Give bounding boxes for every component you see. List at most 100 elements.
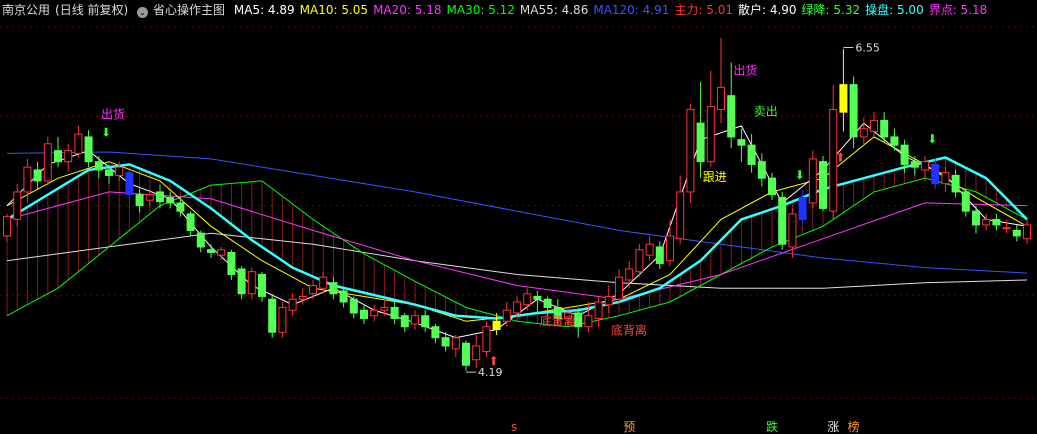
candle-body-23 (237, 268, 246, 295)
candle-body-68 (696, 122, 705, 163)
candle-body-1 (13, 191, 22, 220)
candle-body-58 (594, 301, 603, 319)
signal-label-2: ⬆ (489, 354, 499, 368)
candle-body-91 (931, 163, 940, 185)
candle-body-22 (227, 251, 236, 275)
candle-body-80 (819, 161, 827, 209)
candle-body-52 (533, 295, 542, 300)
candle-body-37 (380, 306, 389, 311)
candle-body-41 (421, 315, 430, 328)
candle-body-60 (615, 276, 623, 300)
candle-body-45 (462, 342, 470, 366)
signal-label-9: ⬇ (795, 168, 805, 182)
candle-body-79 (808, 158, 817, 204)
candle-body-95 (972, 210, 980, 226)
candle-body-56 (574, 312, 583, 328)
candle-body-19 (196, 232, 205, 248)
bottom-marker-4: 榜 (848, 419, 860, 434)
signal-label-0: 出货 (101, 106, 125, 121)
signal-label-5: 跟进 (703, 170, 727, 184)
candle-body-67 (686, 108, 695, 193)
candle-body-73 (747, 144, 756, 165)
candle-body-48 (492, 320, 501, 330)
candle-body-77 (788, 213, 797, 248)
candle-body-85 (870, 119, 878, 132)
candle-body-64 (655, 246, 664, 264)
candle-body-36 (370, 309, 379, 317)
candle-body-86 (880, 119, 889, 138)
candle-body-4 (43, 143, 52, 182)
candle-body-16 (166, 196, 175, 204)
candle-body-100 (1023, 224, 1031, 240)
candle-body-59 (604, 295, 613, 306)
candle-body-3 (33, 169, 42, 182)
candle-body-15 (156, 191, 164, 203)
candle-body-21 (217, 249, 226, 256)
candle-body-39 (400, 315, 409, 328)
candle-body-20 (207, 249, 215, 253)
candle-body-18 (186, 213, 195, 231)
candle-body-34 (349, 298, 358, 314)
candle-body-89 (910, 161, 919, 168)
candle-body-61 (625, 268, 634, 281)
candle-body-2 (23, 166, 32, 193)
candle-body-9 (94, 161, 103, 171)
candle-body-70 (717, 86, 725, 110)
candle-body-40 (411, 315, 419, 325)
signal-label-6: 出货 (733, 63, 757, 78)
candle-body-46 (472, 345, 481, 361)
candle-body-94 (961, 191, 970, 212)
candle-body-0 (3, 216, 11, 237)
candle-body-13 (135, 194, 144, 207)
candle-body-92 (941, 172, 950, 185)
candle-body-5 (54, 150, 62, 163)
ma10-line (6, 136, 1028, 322)
candle-body-84 (859, 128, 868, 138)
candle-body-27 (278, 306, 287, 333)
bottom-marker-0: s (511, 420, 517, 434)
signal-label-8: ⬆ (835, 150, 845, 164)
candle-body-72 (737, 139, 746, 146)
candle-body-82 (839, 84, 848, 113)
candle-body-44 (451, 337, 460, 350)
candle-body-93 (951, 174, 960, 193)
candle-body-76 (778, 196, 787, 245)
candle-body-83 (849, 84, 858, 138)
candle-body-71 (727, 95, 736, 138)
bottom-marker-1: 预 (623, 420, 635, 434)
candle-body-53 (543, 298, 552, 308)
signal-label-1: ⬇ (101, 125, 111, 139)
candle-body-38 (390, 306, 399, 319)
candle-body-31 (319, 276, 328, 289)
candle-body-97 (992, 218, 1001, 226)
candle-body-43 (441, 337, 450, 347)
candle-body-62 (635, 249, 644, 273)
candle-body-28 (288, 298, 297, 311)
signal-label-3: 底背离 (540, 314, 576, 329)
candle-body-25 (258, 273, 266, 297)
candle-body-50 (513, 301, 521, 314)
candle-body-75 (768, 177, 776, 196)
candle-body-90 (921, 161, 929, 171)
candle-body-6 (64, 150, 73, 163)
bottom-marker-2: 跌 (766, 419, 778, 434)
signal-label-7: 卖出 (754, 104, 778, 118)
candle-body-30 (309, 284, 317, 295)
candle-body-65 (666, 235, 674, 262)
candle-body-63 (645, 243, 654, 256)
candle-body-88 (900, 144, 909, 165)
candle-body-69 (706, 106, 715, 163)
candle-body-98 (1002, 227, 1011, 230)
candle-body-87 (890, 136, 899, 146)
candle-body-14 (145, 194, 154, 201)
candle-body-78 (798, 196, 807, 220)
candle-body-66 (676, 191, 685, 240)
candle-body-26 (268, 298, 277, 333)
candle-body-17 (176, 202, 185, 212)
candlestick-chart[interactable]: 6.554.19出货⬇⬆底背离底背离跟进出货卖出⬆⬇⬇s 预跌涨榜 (0, 0, 1037, 434)
candle-body-74 (757, 161, 766, 179)
ma55-line (6, 232, 1028, 289)
candle-body-29 (298, 295, 307, 300)
candle-body-57 (584, 315, 593, 328)
candle-body-10 (105, 169, 113, 176)
